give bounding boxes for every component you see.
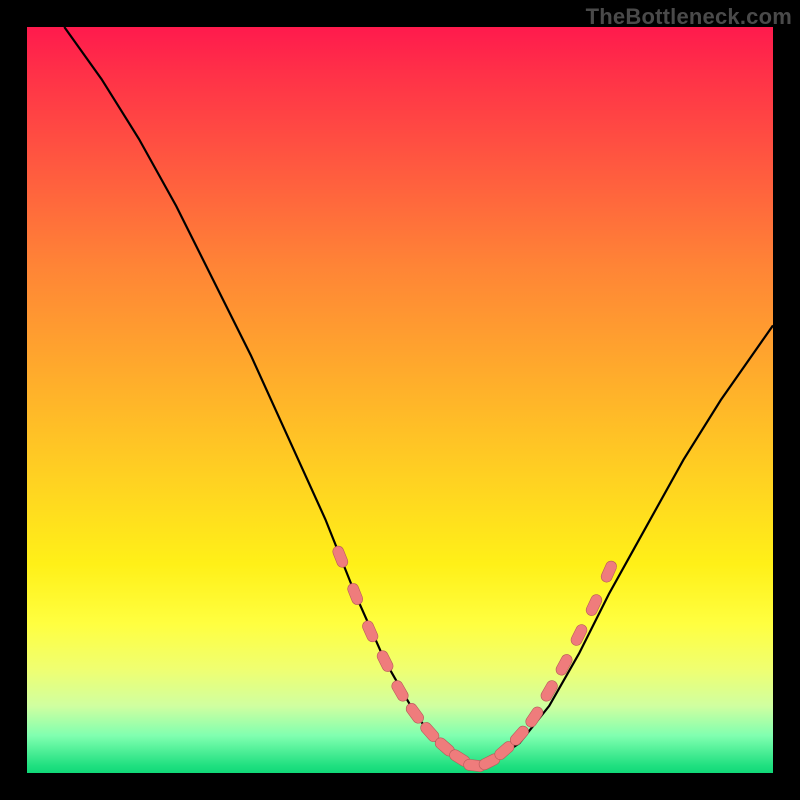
bottleneck-curve	[64, 27, 773, 766]
marker-pill	[375, 649, 395, 674]
marker-pill	[331, 544, 349, 569]
marker-pill	[539, 679, 559, 704]
chart-svg	[27, 27, 773, 773]
marker-pill	[361, 619, 380, 644]
marker-pill	[584, 593, 603, 618]
marker-pill	[554, 653, 574, 678]
marker-pill	[569, 623, 589, 648]
marker-pill	[524, 705, 545, 729]
marker-pill	[346, 582, 364, 607]
